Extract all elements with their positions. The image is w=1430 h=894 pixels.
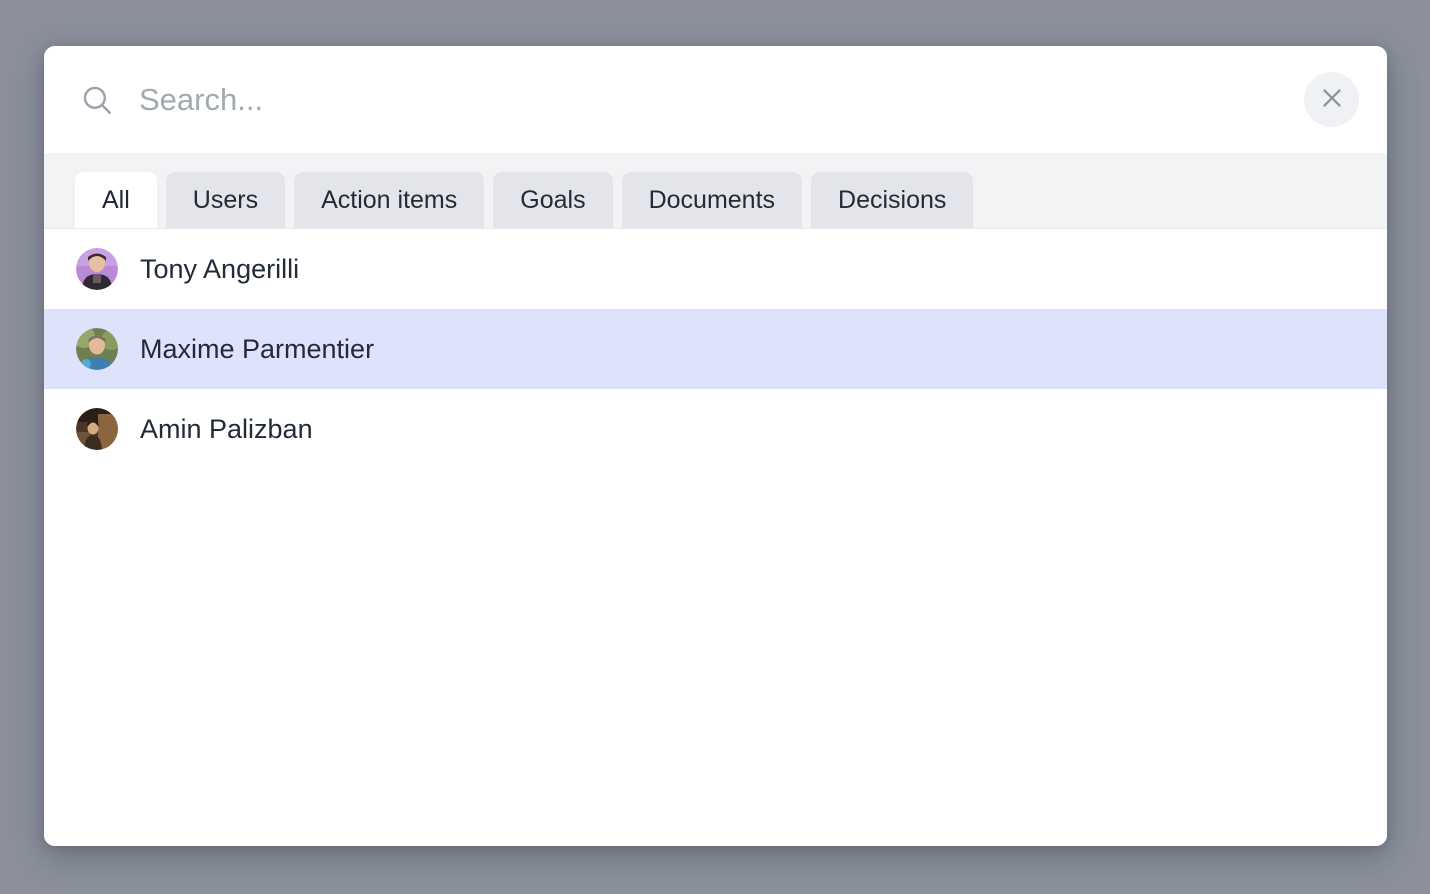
avatar [76, 328, 118, 370]
tab-decisions[interactable]: Decisions [811, 172, 974, 228]
result-name: Maxime Parmentier [140, 333, 375, 364]
search-icon [76, 79, 118, 121]
tab-users[interactable]: Users [165, 172, 286, 228]
search-results-list: Tony Angerilli Maxime Parmentier Amin Pa… [44, 229, 1387, 846]
tab-strip: All Users Action items Goals Documents D… [44, 153, 1387, 229]
tab-all[interactable]: All [75, 172, 157, 228]
avatar [76, 408, 118, 450]
search-bar [44, 46, 1387, 153]
tab-action-items[interactable]: Action items [294, 172, 485, 228]
search-modal: All Users Action items Goals Documents D… [44, 46, 1387, 846]
tab-documents[interactable]: Documents [621, 172, 803, 228]
result-name: Tony Angerilli [140, 253, 300, 284]
result-row-user[interactable]: Amin Palizban [44, 389, 1387, 469]
close-button[interactable] [1304, 72, 1359, 127]
tab-goals[interactable]: Goals [493, 172, 613, 228]
result-row-user[interactable]: Tony Angerilli [44, 229, 1387, 309]
result-name: Amin Palizban [140, 413, 313, 444]
avatar [76, 248, 118, 290]
search-input[interactable] [139, 69, 1304, 130]
close-icon [1318, 84, 1346, 115]
result-row-user[interactable]: Maxime Parmentier [44, 309, 1387, 389]
